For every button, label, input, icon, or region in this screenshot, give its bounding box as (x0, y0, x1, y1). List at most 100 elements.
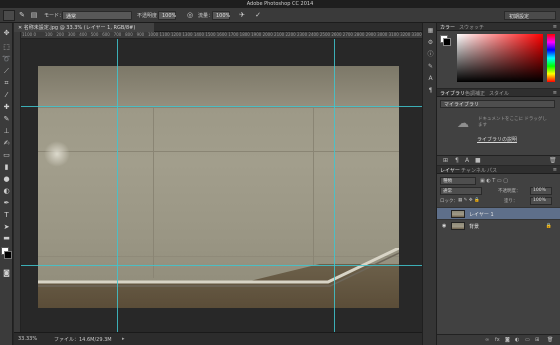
tab-color[interactable]: カラー (440, 24, 455, 31)
ruler-tick-label: 2600 (331, 32, 342, 37)
status-menu-arrow-icon[interactable]: ▸ (122, 336, 125, 342)
background-color-swatch[interactable] (4, 251, 12, 259)
brush-tool-icon[interactable]: ✎ (2, 115, 11, 123)
new-layer-icon[interactable]: ⊞ (535, 337, 539, 343)
zoom-level[interactable]: 33.33% (18, 336, 37, 342)
layer-row[interactable]: ◉ 背景 🔒 (437, 219, 560, 231)
move-tool-icon[interactable]: ✥ (2, 29, 11, 37)
quick-mask-icon[interactable]: ◙ (2, 269, 11, 277)
history-panel-icon[interactable]: ▦ (426, 27, 435, 35)
adjustment-layer-icon[interactable]: ◐ (515, 337, 519, 343)
tab-adjustments[interactable]: 色調補正 (465, 90, 485, 97)
add-character-style-icon[interactable]: A (465, 157, 469, 164)
crop-tool-icon[interactable]: ⌗ (2, 79, 11, 87)
lock-options-icon[interactable]: ▦ ✎ ✥ 🔒 (458, 198, 480, 203)
link-layers-icon[interactable]: ∞ (485, 337, 489, 343)
guide-horizontal[interactable] (21, 106, 422, 107)
layer-thumbnail (451, 222, 465, 230)
opacity-input[interactable]: 100% (158, 11, 176, 20)
workspace-select[interactable]: 初期設定 (504, 11, 556, 20)
panel-background-swatch[interactable] (443, 38, 451, 46)
guide-horizontal[interactable] (21, 265, 422, 266)
ruler-tick-label: 3200 (400, 32, 411, 37)
ruler-tick-label: 1100 (22, 32, 33, 37)
document-tab-title: 名称未設定.jpg @ 33.3% (レイヤー 1, RGB/8#) (23, 25, 136, 31)
window-title: Adobe Photoshop CC 2014 (246, 1, 314, 7)
blend-mode-select[interactable]: 通常 (440, 187, 482, 195)
eraser-tool-icon[interactable]: ▭ (2, 151, 11, 159)
panel-menu-icon[interactable]: ≡ (553, 167, 557, 173)
dodge-tool-icon[interactable]: ◐ (2, 187, 11, 195)
lock-label: ロック： (440, 199, 458, 204)
layer-style-icon[interactable]: fx (495, 337, 500, 343)
layer-filter-kind-select[interactable]: 種類 (440, 177, 476, 185)
shape-tool-icon[interactable]: ▬ (2, 234, 11, 242)
guide-vertical[interactable] (334, 39, 335, 332)
visibility-icon[interactable]: ◉ (442, 223, 446, 229)
pen-tool-icon[interactable]: ✒ (2, 199, 11, 207)
brush-icon[interactable]: ✎ (18, 11, 26, 19)
tab-libraries[interactable]: ライブラリ (440, 90, 465, 97)
add-fill-color-icon[interactable]: ■ (475, 157, 481, 164)
pressure-size-icon[interactable]: ✓ (254, 11, 262, 19)
ruler-tick-label: 1700 (228, 32, 239, 37)
tool-preset-picker[interactable] (3, 10, 15, 21)
gradient-tool-icon[interactable]: ▮ (2, 163, 11, 171)
pressure-opacity-icon[interactable]: ◎ (186, 11, 194, 19)
tab-swatches[interactable]: スウォッチ (459, 24, 484, 31)
flow-label: 流量： (198, 13, 214, 19)
stamp-tool-icon[interactable]: ⊥ (2, 127, 11, 135)
history-brush-tool-icon[interactable]: ✍ (2, 139, 11, 147)
hue-slider[interactable] (547, 34, 555, 82)
filter-pixel-icon[interactable]: ▣ ◐ T ▭ ▢ (480, 178, 508, 184)
library-help-link[interactable]: ライブラリの説明 (477, 136, 517, 143)
horizontal-ruler[interactable]: 1100 0 100 200 300 400 500 600 700 800 900 1000 1100… (21, 32, 422, 39)
type-tool-icon[interactable]: T (2, 211, 11, 219)
delete-icon[interactable]: 🗑 (549, 157, 557, 164)
layer-filter-row: 種類 ▣ ◐ T ▭ ▢ (440, 177, 555, 185)
tab-channels[interactable]: チャンネル (461, 167, 486, 174)
ruler-tick-label: 1000 (148, 32, 159, 37)
color-panel-header: カラー スウォッチ ≡ (437, 23, 560, 31)
document-image[interactable] (38, 66, 399, 308)
eyedropper-tool-icon[interactable]: ⁄ (2, 91, 11, 99)
quick-select-tool-icon[interactable]: ⟋ (2, 67, 11, 75)
airbrush-icon[interactable]: ✈ (238, 11, 246, 19)
canvas-area[interactable] (21, 39, 422, 332)
fill-input[interactable]: 100% (530, 197, 552, 205)
add-graphic-icon[interactable]: ⊞ (443, 157, 448, 164)
ruler-tick-label: 1100 (159, 32, 170, 37)
lasso-tool-icon[interactable]: ➰ (2, 55, 11, 63)
color-panel: カラー スウォッチ ≡ (437, 23, 560, 88)
ruler-tick-label: 700 (113, 32, 122, 37)
character-panel-icon[interactable]: A (426, 75, 435, 83)
ruler-tick-label: 1400 (193, 32, 205, 37)
color-picker-field[interactable] (457, 34, 543, 82)
brush-presets-icon[interactable]: ✎ (426, 63, 435, 71)
tab-paths[interactable]: パス (487, 167, 497, 174)
healing-tool-icon[interactable]: ✚ (2, 103, 11, 111)
document-tab[interactable]: ✕ 名称未設定.jpg @ 33.3% (レイヤー 1, RGB/8#) (14, 23, 154, 32)
paragraph-panel-icon[interactable]: ¶ (426, 87, 435, 95)
panel-menu-icon[interactable]: ≡ (553, 24, 557, 30)
mode-select[interactable]: 通常 (62, 11, 132, 20)
add-mask-icon[interactable]: ◙ (505, 337, 510, 343)
add-paragraph-style-icon[interactable]: ¶ (455, 157, 459, 164)
brush-panel-icon[interactable]: ▤ (30, 11, 38, 19)
delete-layer-icon[interactable]: 🗑 (547, 337, 553, 343)
layer-opacity-input[interactable]: 100% (530, 187, 552, 195)
guide-vertical[interactable] (117, 39, 118, 332)
tab-layers[interactable]: レイヤー (440, 167, 460, 174)
library-select[interactable]: マイライブラリ (440, 100, 555, 108)
info-panel-icon[interactable]: ⓘ (426, 51, 435, 59)
ruler-tick-label: 500 (90, 32, 99, 37)
vertical-ruler[interactable] (14, 32, 21, 332)
flow-input[interactable]: 100% (212, 11, 230, 20)
panel-menu-icon[interactable]: ≡ (553, 90, 557, 96)
blur-tool-icon[interactable]: ● (2, 175, 11, 183)
tab-styles[interactable]: スタイル (489, 90, 509, 97)
properties-panel-icon[interactable]: ⚙ (426, 39, 435, 47)
layer-row[interactable]: レイヤー 1 (437, 207, 560, 219)
new-group-icon[interactable]: ▭ (525, 337, 530, 343)
marquee-tool-icon[interactable]: ⬚ (2, 43, 11, 51)
